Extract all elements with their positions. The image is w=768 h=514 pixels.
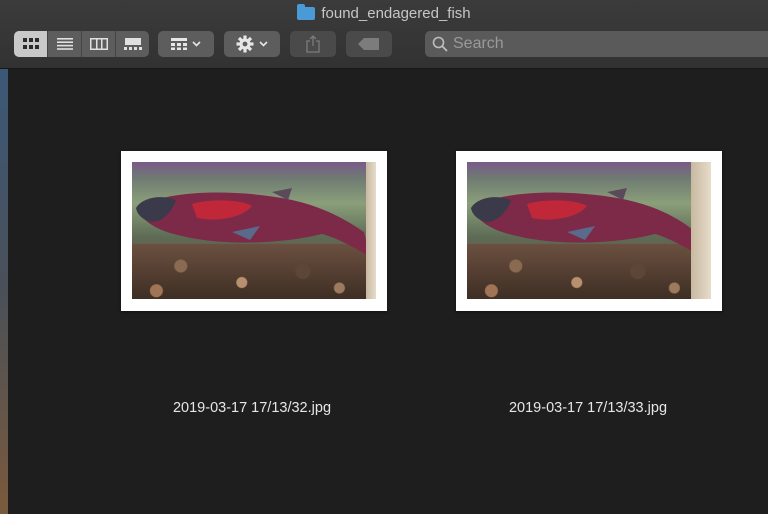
view-mode-control xyxy=(14,31,149,57)
icon-view-icon xyxy=(22,38,39,49)
icon-view-button[interactable] xyxy=(14,31,48,57)
photo-border-edge xyxy=(691,162,711,299)
file-name: 2019-03-17 17/13/32.jpg xyxy=(172,400,332,416)
column-view-icon xyxy=(89,38,108,50)
window-title: found_endagered_fish xyxy=(0,4,768,24)
file-grid: 2019-03-17 17/13/32.jpg 2019-03-17 17/13… xyxy=(8,69,768,514)
file-thumbnail[interactable] xyxy=(121,151,387,311)
window-title-text: found_endagered_fish xyxy=(321,5,471,22)
salmon-photo xyxy=(132,162,376,299)
search-field[interactable] xyxy=(425,31,768,57)
tag-button[interactable] xyxy=(346,31,392,57)
desktop-edge xyxy=(0,69,8,514)
file-thumbnail[interactable] xyxy=(456,151,722,311)
search-icon xyxy=(432,36,448,52)
salmon-fish xyxy=(136,188,370,257)
gallery-view-icon xyxy=(123,38,142,50)
salmon-fish xyxy=(471,188,699,255)
title-bar: found_endagered_fish xyxy=(0,0,768,69)
action-button[interactable] xyxy=(224,31,280,57)
share-icon xyxy=(306,35,320,53)
file-name: 2019-03-17 17/13/33.jpg xyxy=(508,400,668,416)
gallery-view-button[interactable] xyxy=(116,31,149,57)
list-view-icon xyxy=(56,38,73,50)
group-by-button[interactable] xyxy=(158,31,214,57)
folder-icon xyxy=(297,4,316,20)
list-view-button[interactable] xyxy=(48,31,82,57)
gear-icon xyxy=(236,35,268,53)
share-button[interactable] xyxy=(290,31,336,57)
salmon-photo xyxy=(467,162,711,299)
tag-icon xyxy=(358,38,379,50)
column-view-button[interactable] xyxy=(82,31,116,57)
group-by-icon xyxy=(171,38,201,50)
photo-border-edge xyxy=(366,162,376,299)
search-input[interactable] xyxy=(453,31,753,57)
